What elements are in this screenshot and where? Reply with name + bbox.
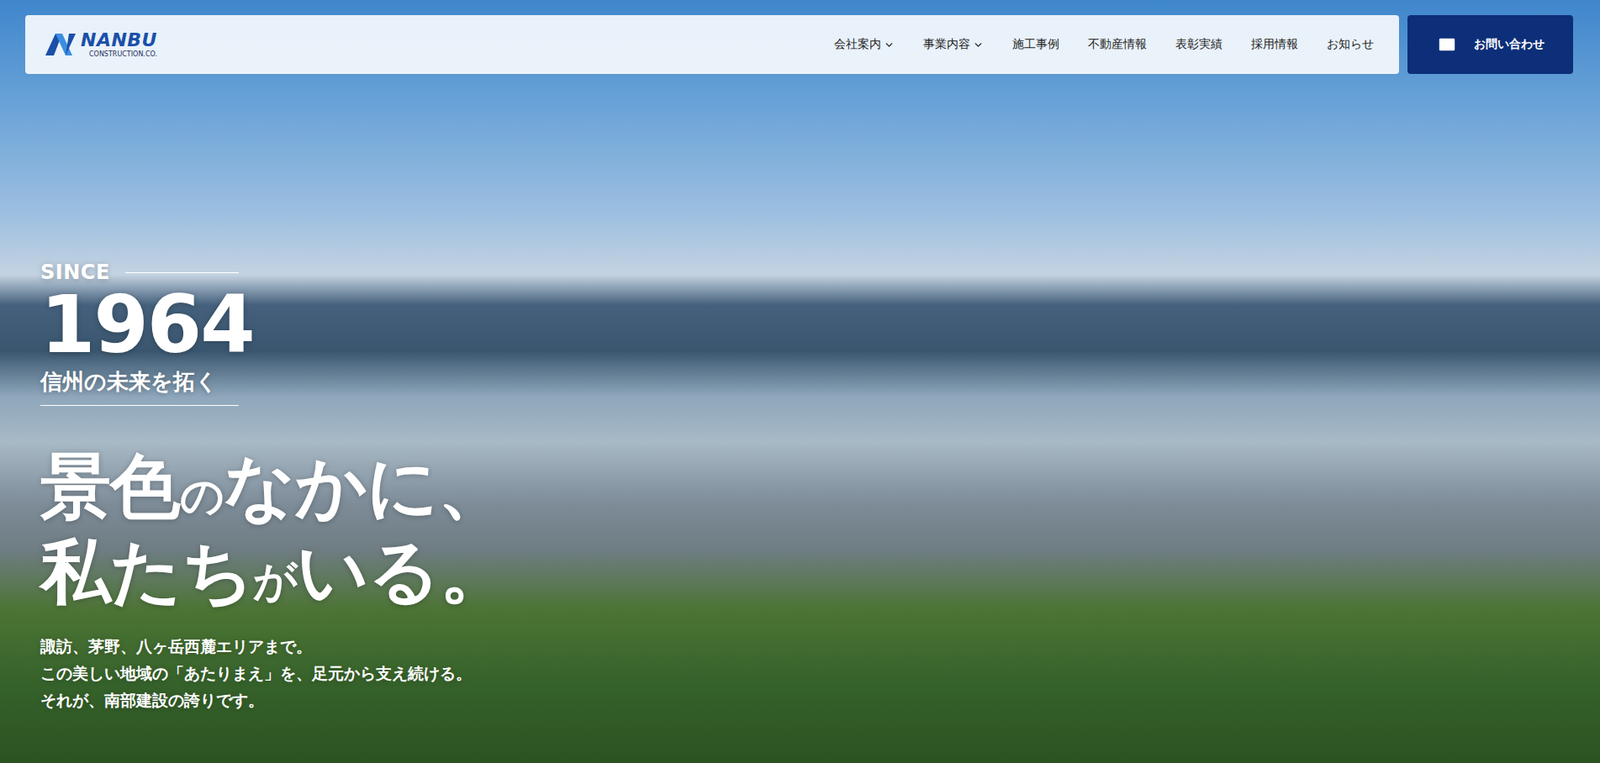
headline-line: 景色のなかに、 [40,444,1600,530]
nav-item[interactable]: 会社案内 [834,36,895,53]
headline: 景色のなかに、私たちがいる。 [40,444,1600,615]
hero-body: 諏訪、茅野、八ヶ岳西麓エリアまで。この美しい地域の「あたりまえ」を、足元から支え… [40,633,1600,714]
nav-item[interactable]: 不動産情報 [1087,36,1147,53]
nav-item[interactable]: 表彰実績 [1175,36,1223,53]
site-header: NANBUCONSTRUCTION.CO. 会社案内 事業内容 施工事例 不動産情報 表彰… [0,0,1600,74]
nav-item[interactable]: 事業内容 [923,36,984,53]
logo-name: NANBU [80,31,158,50]
headline-line: 私たちがいる。 [40,529,1600,615]
chevron-down-icon [883,39,895,51]
logo[interactable]: NANBUCONSTRUCTION.CO. [43,31,158,59]
nav-item[interactable]: 施工事例 [1012,36,1060,53]
chevron-down-icon [972,39,984,51]
body-line: それが、南部建設の誇りです。 [40,686,1600,714]
logo-sub: CONSTRUCTION.CO. [89,51,158,59]
header-bar: NANBUCONSTRUCTION.CO. 会社案内 事業内容 施工事例 不動産情報 表彰… [25,15,1400,74]
mail-icon [1436,34,1458,55]
body-line: 諏訪、茅野、八ヶ岳西麓エリアまで。 [40,633,1600,661]
since-label: SINCE [40,260,111,285]
since-year: 1964 [40,287,1600,363]
since-rule [125,272,239,274]
nav-item[interactable]: 採用情報 [1251,36,1299,53]
main-nav: 会社案内 事業内容 施工事例 不動産情報 表彰実績 採用情報 お知らせ [834,36,1374,53]
logo-mark-icon [43,31,78,58]
contact-button[interactable]: お問い合わせ [1407,15,1574,74]
since-row: SINCE [40,260,239,285]
tagline: 信州の未来を拓く [40,362,239,407]
hero-content: SINCE1964信州の未来を拓く景色のなかに、私たちがいる。諏訪、茅野、八ヶ岳… [0,73,1600,714]
nav-item[interactable]: お知らせ [1326,36,1374,53]
body-line: この美しい地域の「あたりまえ」を、足元から支え続ける。 [40,660,1600,687]
hero: NANBUCONSTRUCTION.CO. 会社案内 事業内容 施工事例 不動産情報 表彰… [0,0,1600,763]
